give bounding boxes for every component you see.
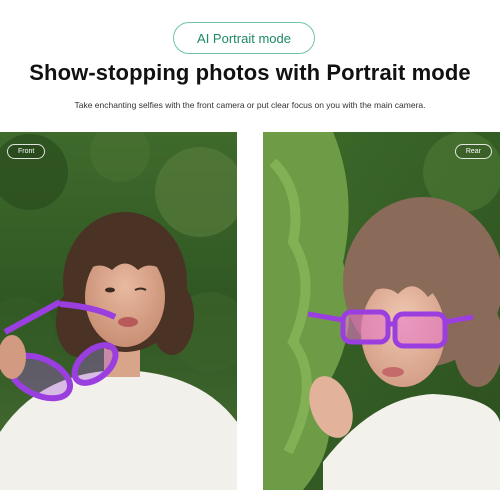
- rear-portrait-image: [263, 132, 500, 490]
- front-camera-photo: Front: [0, 132, 237, 490]
- front-camera-tag: Front: [7, 144, 46, 159]
- page-subtitle: Take enchanting selfies with the front c…: [74, 100, 426, 110]
- badge-label: AI Portrait mode: [197, 30, 291, 46]
- front-portrait-image: [0, 132, 237, 490]
- rear-camera-tag: Rear: [454, 144, 492, 159]
- rear-tag-label: Rear: [465, 148, 481, 155]
- front-tag-label: Front: [18, 148, 35, 155]
- rear-camera-photo: Rear: [263, 132, 500, 490]
- page-title: Show-stopping photos with Portrait mode: [29, 60, 471, 85]
- ai-portrait-mode-badge: AI Portrait mode: [173, 22, 315, 54]
